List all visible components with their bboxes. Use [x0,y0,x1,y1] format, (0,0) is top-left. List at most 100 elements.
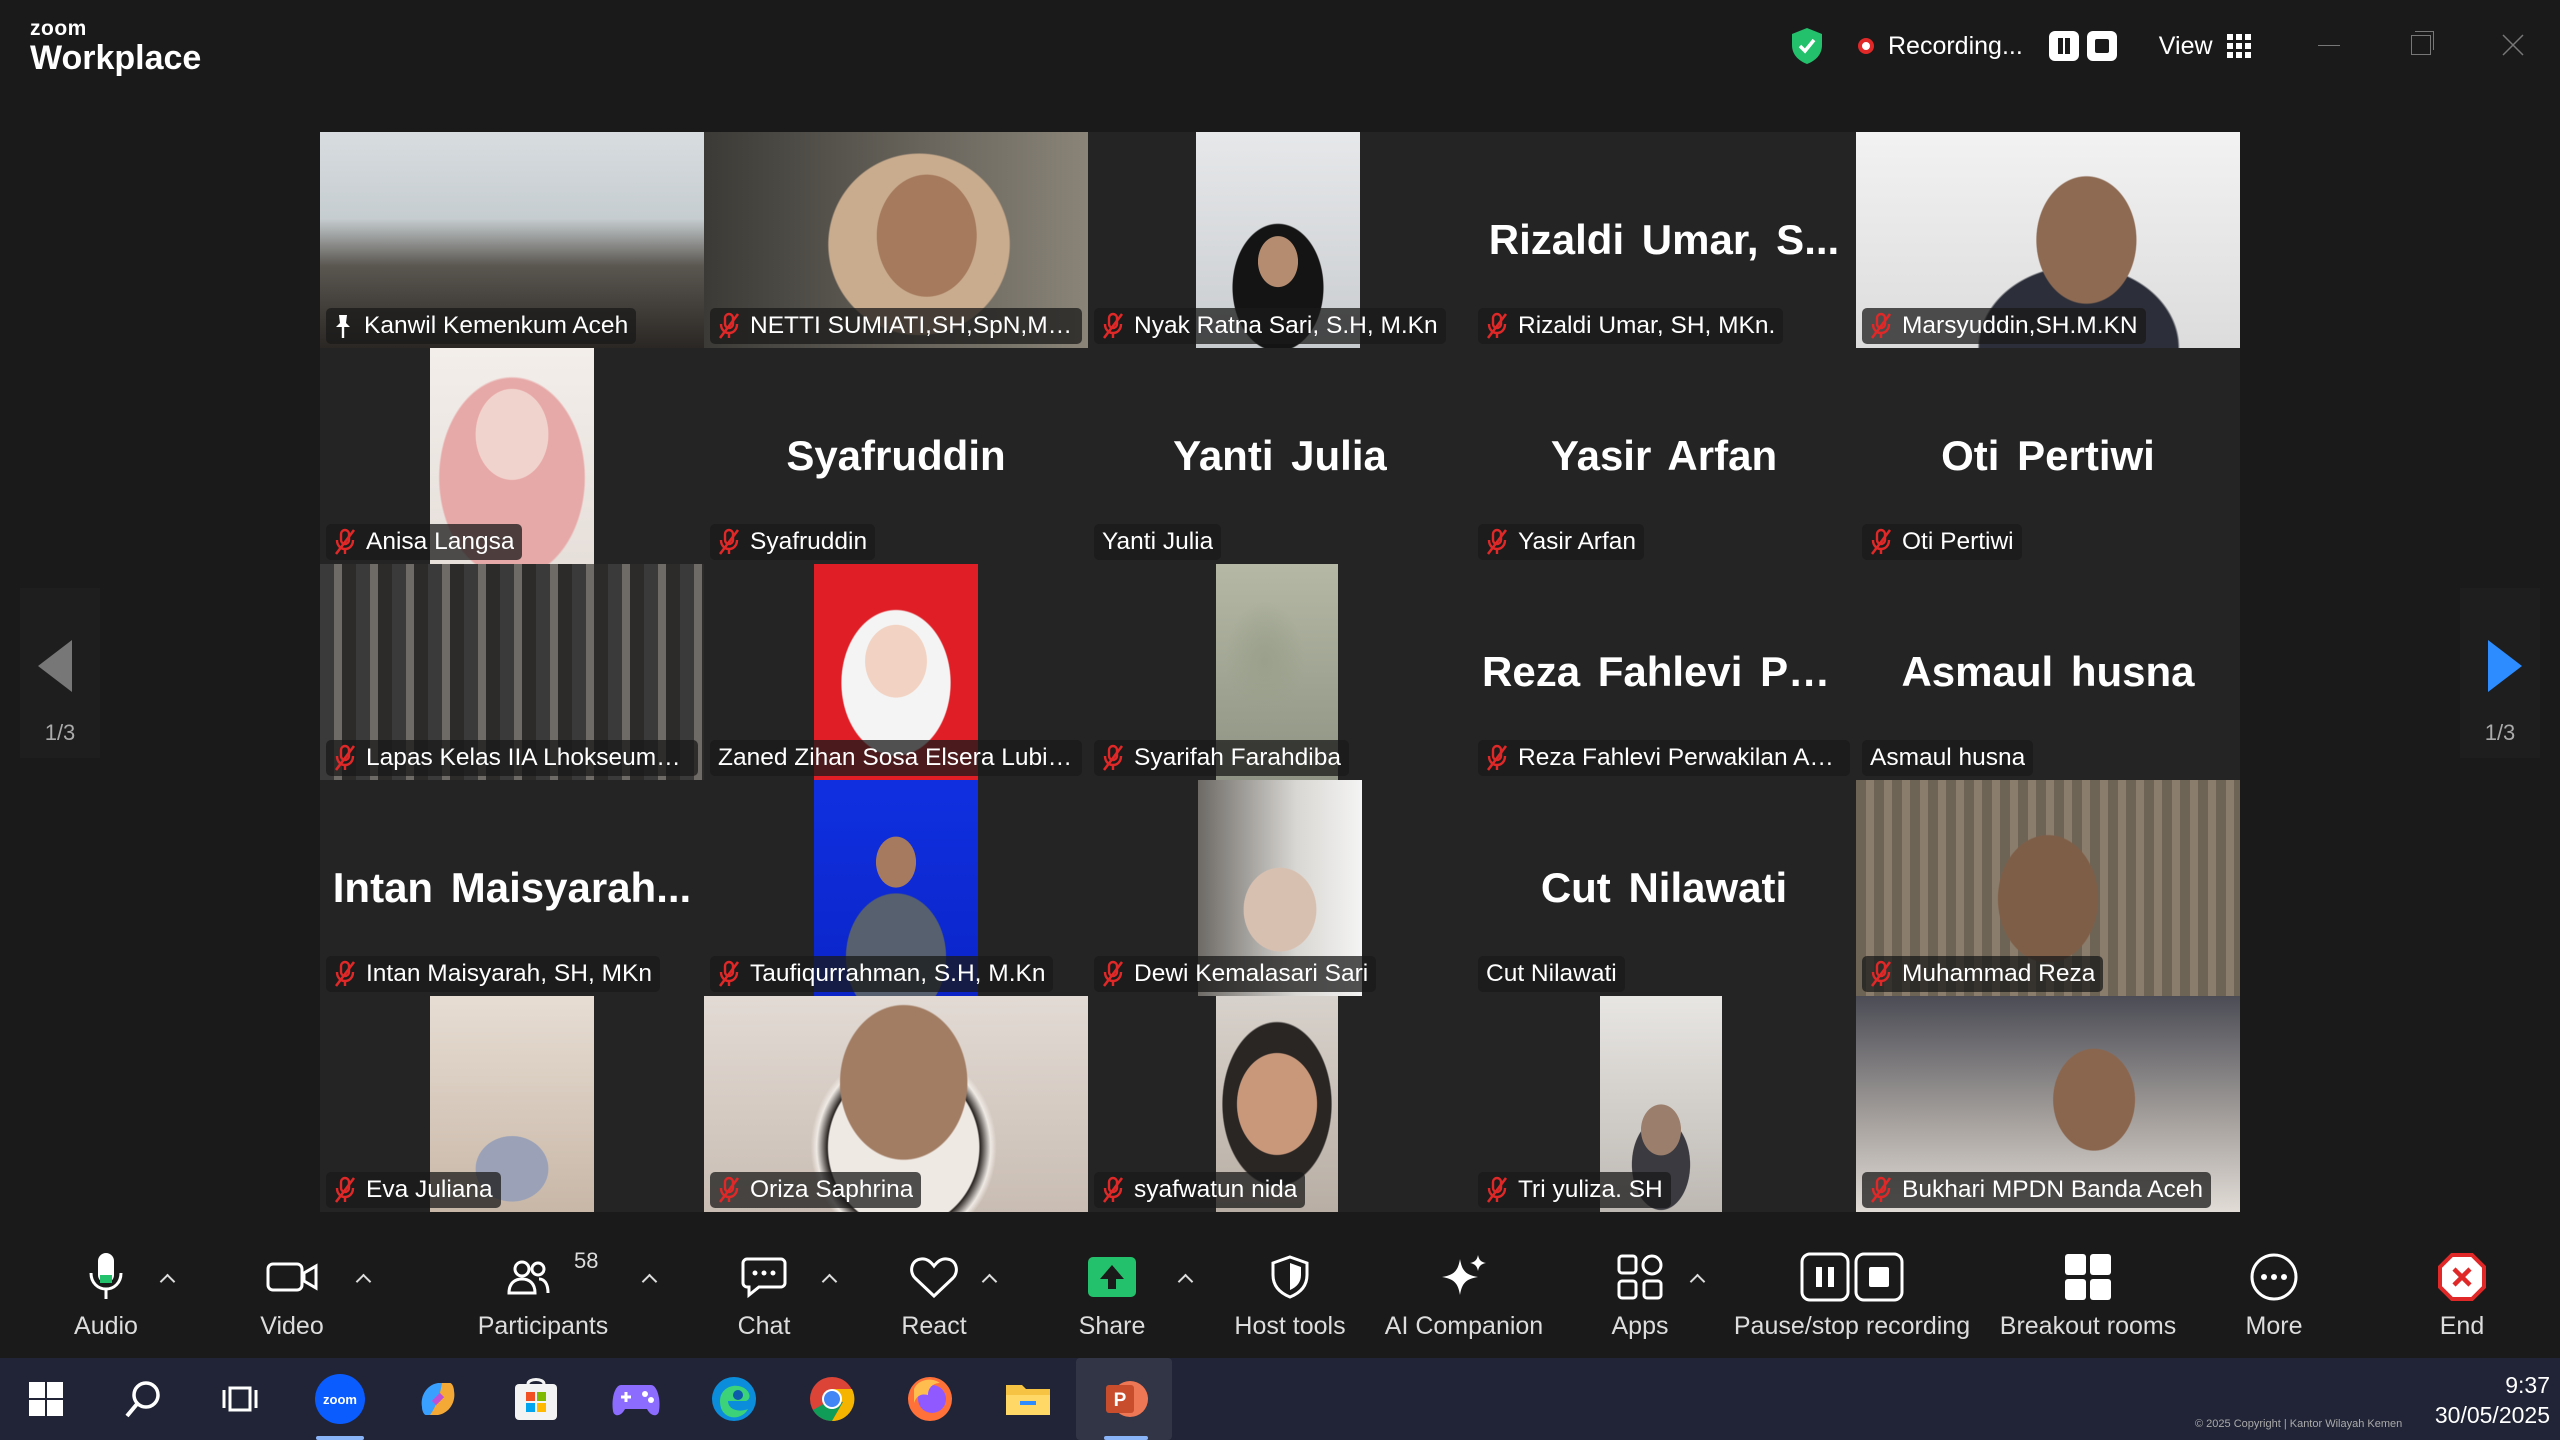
microphone-icon [89,1253,123,1299]
participant-name: Oriza Saphrina [750,1176,914,1203]
stop-recording-button[interactable] [2086,31,2117,61]
participant-tile[interactable]: syafwatun nida [1088,996,1472,1212]
participants-options-caret[interactable] [640,1270,660,1290]
end-meeting-button[interactable]: End [2414,1242,2510,1358]
react-button[interactable]: React [886,1242,982,1358]
participant-tile[interactable]: NETTI SUMIATI,SH,SpN,MKn [704,132,1088,348]
participants-button[interactable]: 58 Participants [476,1242,610,1358]
view-button[interactable]: View [2159,32,2251,61]
previous-page-button[interactable]: 1/3 [20,588,100,758]
pause-recording-button[interactable] [2048,31,2079,61]
participant-tile[interactable]: Marsyuddin,SH.M.KN [1856,132,2240,348]
participant-name: Asmaul husna [1870,744,2026,771]
chrome-taskbar-app[interactable] [804,1371,860,1427]
participant-tile[interactable]: Yanti Julia Yanti Julia [1088,348,1472,564]
mic-muted-icon [1870,528,1892,555]
windows-start-button[interactable] [18,1371,74,1427]
chat-options-caret[interactable] [820,1270,840,1290]
taskbar-search-button[interactable] [116,1371,172,1427]
participant-tile[interactable]: Cut Nilawati Cut Nilawati [1472,780,1856,996]
participant-tile[interactable]: Syafruddin Syafruddin [704,348,1088,564]
display-name-text: Yasir Arfan [1550,432,1778,479]
encryption-shield-icon[interactable] [1790,27,1824,65]
participant-tile[interactable]: Intan Maisyarah... Intan Maisyarah, SH, M… [320,780,704,996]
audio-button[interactable]: Audio [58,1242,154,1358]
game-taskbar-app[interactable] [608,1371,664,1427]
grid-view-icon [2226,34,2251,58]
copilot-icon [421,1383,455,1415]
participant-tile[interactable]: Muhammad Reza [1856,780,2240,996]
clock-time: 9:37 [2505,1372,2550,1398]
video-options-caret[interactable] [354,1270,374,1290]
participant-tile[interactable]: Oti Pertiwi Oti Pertiwi [1856,348,2240,564]
react-label: React [901,1312,967,1340]
participant-tile[interactable]: Oriza Saphrina [704,996,1088,1212]
participant-tile[interactable]: Anisa Langsa [320,348,704,564]
participant-tile[interactable]: Eva Juliana [320,996,704,1212]
mic-muted-icon [718,960,740,987]
pause-stop-label: Pause/stop recording [1733,1312,1971,1340]
audio-options-caret[interactable] [158,1270,178,1290]
participant-name: Tri yuliza. SH [1518,1176,1663,1203]
participant-tile[interactable]: Rizaldi Umar, S... Rizaldi Umar, SH, MKn. [1472,132,1856,348]
pause-stop-icon [1800,1252,1904,1302]
breakout-rooms-button[interactable]: Breakout rooms [1996,1242,2180,1358]
share-options-caret[interactable] [1176,1270,1196,1290]
close-icon [2502,34,2524,56]
participant-tile[interactable]: Lapas Kelas IIA Lhokseumawe [320,564,704,780]
participant-tile[interactable]: Yasir Arfan Yasir Arfan [1472,348,1856,564]
video-camera-icon [266,1262,318,1292]
end-label: End [2439,1312,2485,1340]
apps-button[interactable]: Apps [1592,1242,1688,1358]
minimize-button[interactable] [2304,22,2354,68]
participant-tile[interactable]: Reza Fahlevi Per... Reza Fahlevi Perwakil… [1472,564,1856,780]
participant-tile[interactable]: Nyak Ratna Sari, S.H, M.Kn [1088,132,1472,348]
participant-nametag: Zaned Zihan Sosa Elsera Lubis, ... [710,740,1082,776]
participant-tile[interactable]: Kanwil Kemenkum Aceh [320,132,704,348]
chat-icon [741,1257,787,1299]
participant-tile[interactable]: Taufiqurrahman, S.H, M.Kn [704,780,1088,996]
pause-stop-recording-button[interactable]: Pause/stop recording [1730,1242,1974,1358]
video-button[interactable]: Video [244,1242,340,1358]
participants-label: Participants [477,1312,609,1340]
zoom-taskbar-app[interactable]: zoom [312,1371,368,1427]
windows-start-icon [29,1382,63,1416]
copilot-taskbar-app[interactable] [410,1371,466,1427]
host-tools-button[interactable]: Host tools [1224,1242,1356,1358]
arrow-left-icon [38,640,72,692]
chat-label: Chat [737,1312,791,1340]
react-options-caret[interactable] [980,1270,1000,1290]
next-page-button[interactable]: 1/3 [2460,588,2540,758]
participant-tile[interactable]: Tri yuliza. SH [1472,996,1856,1212]
system-clock[interactable]: 9:37 30/05/2025 [2420,1370,2550,1430]
participant-name: Syarifah Farahdiba [1134,744,1342,771]
display-name-text: Cut Nilawati [1540,864,1788,911]
chat-button[interactable]: Chat [716,1242,812,1358]
participant-nametag: Oriza Saphrina [710,1172,922,1208]
copyright-watermark: © 2025 Copyright | Kantor Wilayah Kemen [2195,1418,2403,1430]
store-taskbar-app[interactable] [508,1371,564,1427]
firefox-taskbar-app[interactable] [902,1371,958,1427]
ai-companion-button[interactable]: AI Companion [1384,1242,1544,1358]
restore-button[interactable] [2396,22,2446,68]
participant-tile[interactable]: Zaned Zihan Sosa Elsera Lubis, ... [704,564,1088,780]
game-controller-icon [612,1385,660,1416]
participant-tile[interactable]: Dewi Kemalasari Sari [1088,780,1472,996]
participant-name: Anisa Langsa [366,528,515,555]
display-name-text: Intan Maisyarah... [332,864,692,911]
page-indicator-right: 1/3 [2484,720,2516,745]
task-view-button[interactable] [212,1371,268,1427]
participant-nametag: Rizaldi Umar, SH, MKn. [1478,308,1784,344]
share-button[interactable]: Share [1064,1242,1160,1358]
participant-nametag: Dewi Kemalasari Sari [1094,956,1377,992]
participant-tile[interactable]: Bukhari MPDN Banda Aceh [1856,996,2240,1212]
close-window-button[interactable] [2488,22,2538,68]
more-button[interactable]: More [2226,1242,2322,1358]
participant-nametag: Lapas Kelas IIA Lhokseumawe [326,740,698,776]
edge-taskbar-app[interactable] [706,1371,762,1427]
apps-options-caret[interactable] [1688,1270,1708,1290]
file-explorer-taskbar-app[interactable] [1000,1371,1056,1427]
participant-tile[interactable]: Syarifah Farahdiba [1088,564,1472,780]
participant-tile[interactable]: Asmaul husna Asmaul husna [1856,564,2240,780]
mic-muted-icon [1870,312,1892,339]
